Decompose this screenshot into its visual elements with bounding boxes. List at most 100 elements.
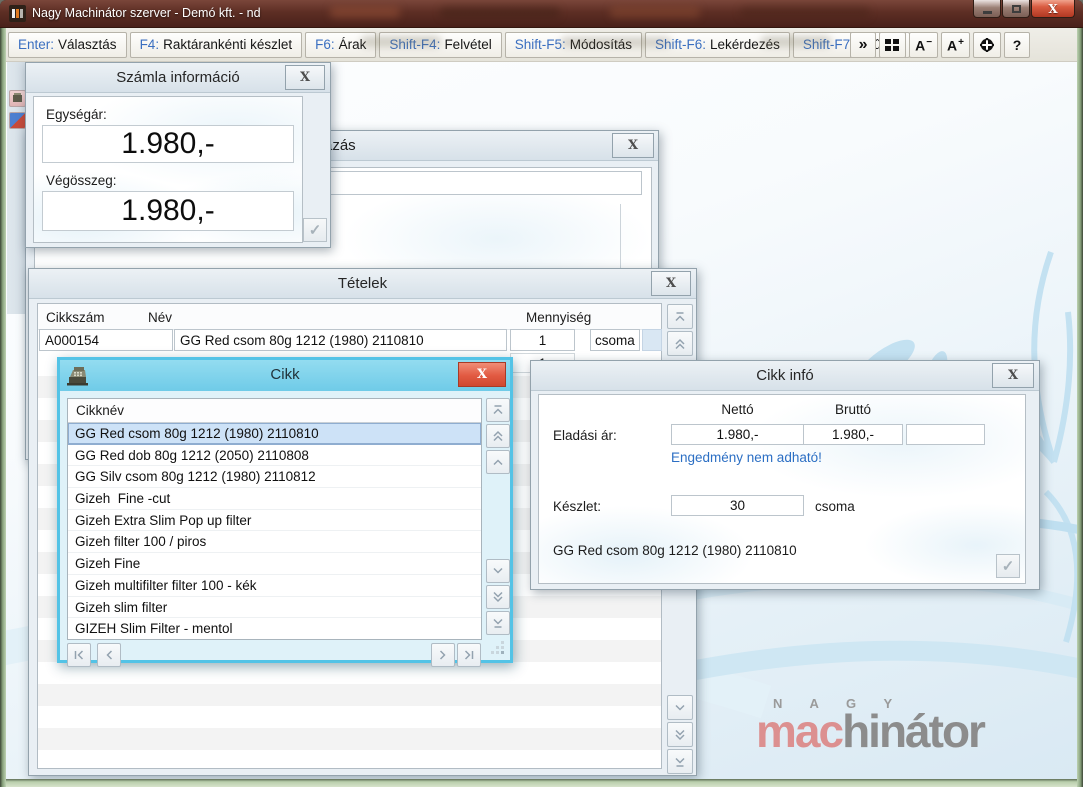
app-icon [9,5,26,22]
close-icon: X [1048,1,1057,17]
list-scroll-first-button[interactable] [486,398,510,422]
help-button[interactable]: ? [1004,32,1030,58]
scroll-last-button[interactable] [667,749,693,774]
toolbar-button-warehouse-stock[interactable]: F4:Raktárankénti készlet [130,32,303,58]
chevron-up-icon [491,455,505,469]
scroll-down-button[interactable] [667,695,693,720]
total-field[interactable]: 1.980,- [42,191,294,231]
line-items-titlebar[interactable]: Tételek X [29,269,696,299]
more-button[interactable]: » [850,32,876,58]
invoice-info-close-button[interactable]: X [285,65,325,90]
list-item[interactable]: Gizeh filter 100 / piros [68,531,481,553]
invoice-info-titlebar[interactable]: Számla információ X [26,63,330,93]
list-scroll-page-up-button[interactable] [486,424,510,448]
column-header-code: Cikkszám [46,310,105,325]
scroll-first-button[interactable] [667,304,693,329]
invoice-info-confirm-button[interactable]: ✓ [303,218,327,242]
total-label: Végösszeg: [46,173,117,188]
toolbar-button-add[interactable]: Shift-F4: Felvétel [379,32,501,58]
item-info-close-button[interactable]: X [992,363,1034,388]
resize-grip[interactable] [494,644,504,654]
list-item[interactable]: GG Red dob 80g 1212 (2050) 2110808 [68,445,481,467]
list-item[interactable]: Gizeh Fine -cut [68,488,481,510]
colored-app-tile-icon[interactable] [9,112,26,129]
list-scroll-last-button[interactable] [486,611,510,635]
item-picker-close-button[interactable]: X [458,362,506,387]
toolbar-label: Raktárankénti készlet [163,37,292,52]
font-decrease-button[interactable]: A− [909,32,938,58]
grid-icon [885,39,900,52]
grid-header: Cikkszám Név Mennyiség [38,304,661,330]
list-scroll-page-down-button[interactable] [486,585,510,609]
target-button[interactable] [973,32,1001,58]
chevron-left-bar-icon [72,648,86,662]
window-title: Nagy Machinátor szerver - Demó kft. - nd [32,6,261,20]
nav-previous-button[interactable] [97,643,121,667]
double-chevron-up-icon [491,429,505,443]
toolbar-key: Shift-F4: [389,37,440,52]
gross-price-field[interactable]: 1.980,- [803,424,903,445]
unit-price-field[interactable]: 1.980,- [42,125,294,163]
toolbar-key: Shift-F7: [803,37,854,52]
chevron-right-bar-icon [462,648,476,662]
maximize-button[interactable] [1002,0,1030,18]
chevron-up-line-icon [491,403,505,417]
toolbar-button-select[interactable]: Enter:Választás [8,32,127,58]
sale-price-label: Eladási ár: [553,428,617,443]
row1-code-field[interactable]: A000154 [39,329,173,351]
list-scroll-down-button[interactable] [486,559,510,583]
net-price-field[interactable]: 1.980,- [671,424,804,445]
row1-qty-field[interactable]: 1 [510,329,575,351]
nav-next-button[interactable] [431,643,455,667]
list-item[interactable]: Gizeh Extra Slim Pop up filter [68,510,481,532]
brand-logo-main-text: machinátor [756,704,984,758]
row1-name-field[interactable]: GG Red csom 80g 1212 (1980) 2110810 [174,329,507,351]
chevron-right-icon [436,648,450,662]
background-window-close-button[interactable]: X [612,133,654,158]
toolbar-button-prices[interactable]: F6:Árak [305,32,376,58]
row1-unit-field[interactable]: csoma [590,329,640,351]
check-icon: ✓ [1002,557,1015,575]
font-increase-button[interactable]: A+ [941,32,970,58]
nav-first-button[interactable] [67,643,91,667]
scroll-page-down-button[interactable] [667,722,693,747]
target-icon [979,37,995,53]
toolbar-key: Enter: [18,37,54,52]
extra-price-field[interactable] [906,424,985,445]
close-icon: X [300,70,310,85]
item-picker-titlebar[interactable]: Cikk X [60,360,510,391]
line-items-close-button[interactable]: X [651,271,691,296]
maximize-icon [1012,5,1021,13]
list-item[interactable]: GIZEH Slim Filter - mentol [68,618,481,640]
toolbar-key: Shift-F6: [655,37,706,52]
item-info-confirm-button[interactable]: ✓ [996,554,1020,578]
row1-extra-cell[interactable] [642,329,662,351]
list-item[interactable]: Gizeh multifilter filter 100 - kék [68,575,481,597]
item-info-titlebar[interactable]: Cikk infó X [531,361,1039,391]
grid-view-button[interactable] [879,32,906,58]
toolbar-label: Felvétel [444,37,491,52]
main-window: Nagy Machinátor szerver - Demó kft. - nd… [0,0,1083,787]
unit-price-label: Egységár: [46,107,107,122]
toolbar-label: Lekérdezés [710,37,780,52]
list-item[interactable]: Gizeh Fine [68,553,481,575]
toolbar-button-modify[interactable]: Shift-F5:Módosítás [505,32,642,58]
toolbar-button-query[interactable]: Shift-F6: Lekérdezés [645,32,790,58]
list-item[interactable]: Gizeh slim filter [68,597,481,619]
close-button[interactable]: X [1031,0,1075,18]
chevron-down-line-icon [491,616,505,630]
stock-field[interactable]: 30 [671,495,804,516]
toolbar-key: F6: [315,37,335,52]
toolbar: Enter:Választás F4:Raktárankénti készlet… [1,28,1082,62]
list-scroll-up-button[interactable] [486,450,510,474]
titlebar[interactable]: Nagy Machinátor szerver - Demó kft. - nd… [0,0,1083,28]
toolbar-key: F4: [140,37,160,52]
cash-register-tile-icon[interactable] [9,90,26,107]
nav-last-button[interactable] [457,643,481,667]
font-decrease-icon: A− [915,37,932,54]
scroll-page-up-button[interactable] [667,331,693,356]
list-item[interactable]: GG Silv csom 80g 1212 (1980) 2110812 [68,466,481,488]
list-item-selected[interactable]: GG Red csom 80g 1212 (1980) 2110810 [68,423,481,445]
minimize-button[interactable] [973,0,1001,18]
brand-logo: N A G Y machinátor [756,696,1056,776]
